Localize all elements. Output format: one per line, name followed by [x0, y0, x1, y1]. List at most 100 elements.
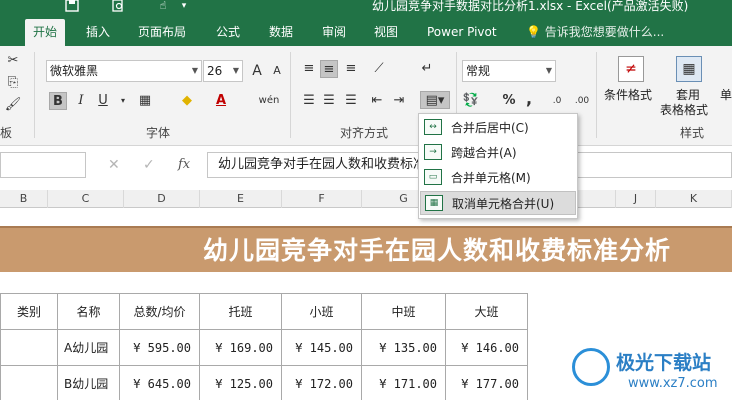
- chevron-down-icon: ▼: [232, 66, 239, 75]
- column-header-k[interactable]: K: [656, 190, 732, 208]
- tab-power-pivot[interactable]: Power Pivot: [427, 23, 497, 41]
- header-cell[interactable]: 名称: [57, 293, 120, 330]
- phonetic-icon[interactable]: wén: [256, 92, 282, 110]
- conditional-format-label[interactable]: 条件格式: [604, 88, 652, 103]
- header-cell[interactable]: 总数/均价: [119, 293, 200, 330]
- column-header-c[interactable]: C: [48, 190, 124, 208]
- tab-data[interactable]: 数据: [269, 23, 293, 41]
- ribbon: ✂ ⎘ 🖌 板 微软雅黑 ▼ 26 ▼ A A B I U ▾ ▦ ◆ A wén …: [0, 46, 732, 146]
- separator: [34, 52, 35, 138]
- customize-qat-icon[interactable]: ▾: [176, 0, 192, 14]
- table-cell[interactable]: ¥ 595.00: [119, 329, 200, 366]
- table-cell[interactable]: A幼儿园: [57, 329, 120, 366]
- table-cell[interactable]: B幼儿园: [57, 365, 120, 400]
- decrease-decimal-button[interactable]: .00: [570, 92, 594, 110]
- borders-icon[interactable]: ▦: [136, 92, 154, 110]
- insert-function-button[interactable]: fx: [178, 157, 190, 172]
- align-bottom-icon[interactable]: ≡: [342, 60, 360, 78]
- sheet-title: 幼儿园竞争对手在园人数和收费标准分析: [203, 236, 672, 265]
- tab-review[interactable]: 审阅: [322, 23, 346, 41]
- separator: [290, 52, 291, 138]
- percent-button[interactable]: %: [500, 92, 518, 110]
- header-cell[interactable]: 类别: [0, 293, 58, 330]
- group-label-styles: 样式: [680, 126, 705, 140]
- number-format-combo[interactable]: 常规 ▼: [462, 60, 556, 82]
- menu-item-label: 合并后居中(C): [451, 121, 529, 135]
- menu-item-merge-across[interactable]: → 跨越合并(A): [420, 141, 576, 165]
- header-cell[interactable]: 中班: [361, 293, 446, 330]
- table-cell[interactable]: ¥ 145.00: [281, 329, 362, 366]
- format-painter-icon[interactable]: 🖌: [4, 96, 22, 114]
- table-cell[interactable]: ¥ 146.00: [445, 329, 528, 366]
- header-cell[interactable]: 托班: [199, 293, 282, 330]
- table-cell[interactable]: ¥ 171.00: [361, 365, 446, 400]
- accounting-format-icon[interactable]: 💱: [462, 92, 480, 110]
- comma-button[interactable]: ,: [520, 90, 538, 108]
- align-middle-icon[interactable]: ≡: [320, 60, 338, 78]
- decrease-indent-icon[interactable]: ⇤: [368, 92, 386, 110]
- chevron-down-icon: ▼: [191, 66, 198, 75]
- enter-icon[interactable]: ✓: [143, 157, 155, 173]
- table-cell[interactable]: ¥ 135.00: [361, 329, 446, 366]
- title-banner[interactable]: 幼儿园竞争对手在园人数和收费标准分析: [0, 226, 732, 272]
- save-icon[interactable]: [64, 0, 80, 14]
- table-cell[interactable]: ¥ 177.00: [445, 365, 528, 400]
- header-cell[interactable]: 大班: [445, 293, 528, 330]
- align-right-icon[interactable]: ☰: [342, 92, 360, 110]
- wrap-text-icon[interactable]: ↵: [418, 60, 436, 78]
- touch-mode-icon[interactable]: ☝: [155, 0, 171, 14]
- format-as-table-label-line2[interactable]: 表格格式: [660, 103, 708, 118]
- header-cell[interactable]: 小班: [281, 293, 362, 330]
- table-cell[interactable]: ¥ 645.00: [119, 365, 200, 400]
- group-label-font: 字体: [146, 126, 171, 140]
- table-cell[interactable]: [0, 329, 58, 366]
- italic-button[interactable]: I: [72, 92, 90, 110]
- increase-decimal-button[interactable]: .0: [546, 92, 568, 110]
- cancel-icon[interactable]: ✕: [108, 157, 120, 173]
- font-color-button[interactable]: A: [212, 92, 230, 110]
- align-left-icon[interactable]: ☰: [300, 92, 318, 110]
- menu-item-unmerge-cells[interactable]: ▦ 取消单元格合并(U): [420, 191, 576, 215]
- print-preview-icon[interactable]: [110, 0, 126, 14]
- underline-button[interactable]: U: [94, 92, 112, 110]
- column-header-e[interactable]: E: [200, 190, 282, 208]
- merge-center-button[interactable]: ▤▾: [420, 91, 450, 109]
- table-cell[interactable]: ¥ 169.00: [199, 329, 282, 366]
- column-header-d[interactable]: D: [124, 190, 200, 208]
- table-header-row: 类别 名称 总数/均价 托班 小班 中班 大班: [0, 293, 528, 330]
- cut-icon[interactable]: ✂: [4, 52, 22, 70]
- increase-indent-icon[interactable]: ⇥: [390, 92, 408, 110]
- tab-formulas[interactable]: 公式: [216, 23, 240, 41]
- cell-styles-label[interactable]: 单: [720, 88, 732, 103]
- name-box[interactable]: [0, 152, 86, 178]
- format-as-table-icon[interactable]: ▦: [676, 56, 702, 82]
- tab-view[interactable]: 视图: [374, 23, 398, 41]
- menu-item-merge-cells[interactable]: ▭ 合并单元格(M): [420, 166, 576, 190]
- menu-item-label: 取消单元格合并(U): [452, 197, 555, 211]
- align-center-icon[interactable]: ☰: [320, 92, 338, 110]
- align-top-icon[interactable]: ≡: [300, 60, 318, 78]
- font-name-combo[interactable]: 微软雅黑 ▼: [46, 60, 202, 82]
- orientation-icon[interactable]: ⟋: [370, 60, 388, 78]
- table-cell[interactable]: ¥ 125.00: [199, 365, 282, 400]
- format-as-table-label-line1[interactable]: 套用: [676, 88, 700, 103]
- tell-me-box[interactable]: 💡 告诉我您想要做什么...: [526, 23, 664, 40]
- font-size-combo[interactable]: 26 ▼: [203, 60, 243, 82]
- conditional-format-icon[interactable]: ≠: [618, 56, 644, 82]
- tab-page-layout[interactable]: 页面布局: [138, 23, 186, 41]
- table-cell[interactable]: ¥ 172.00: [281, 365, 362, 400]
- column-header-f[interactable]: F: [282, 190, 362, 208]
- ribbon-tabs: 开始 插入 页面布局 公式 数据 审阅 视图 Power Pivot 💡 告诉我…: [0, 16, 732, 46]
- shrink-font-icon[interactable]: A: [268, 62, 286, 80]
- menu-item-merge-center[interactable]: ↔ 合并后居中(C): [420, 116, 576, 140]
- tab-home[interactable]: 开始: [25, 19, 66, 46]
- bold-button[interactable]: B: [49, 92, 67, 110]
- table-cell[interactable]: [0, 365, 58, 400]
- column-header-j[interactable]: J: [616, 190, 656, 208]
- copy-icon[interactable]: ⎘: [4, 74, 22, 92]
- grow-font-icon[interactable]: A: [248, 62, 266, 80]
- fill-color-icon[interactable]: ◆: [178, 92, 196, 110]
- chevron-down-icon[interactable]: ▾: [114, 92, 132, 110]
- column-header-b[interactable]: B: [0, 190, 48, 208]
- tab-insert[interactable]: 插入: [86, 23, 110, 41]
